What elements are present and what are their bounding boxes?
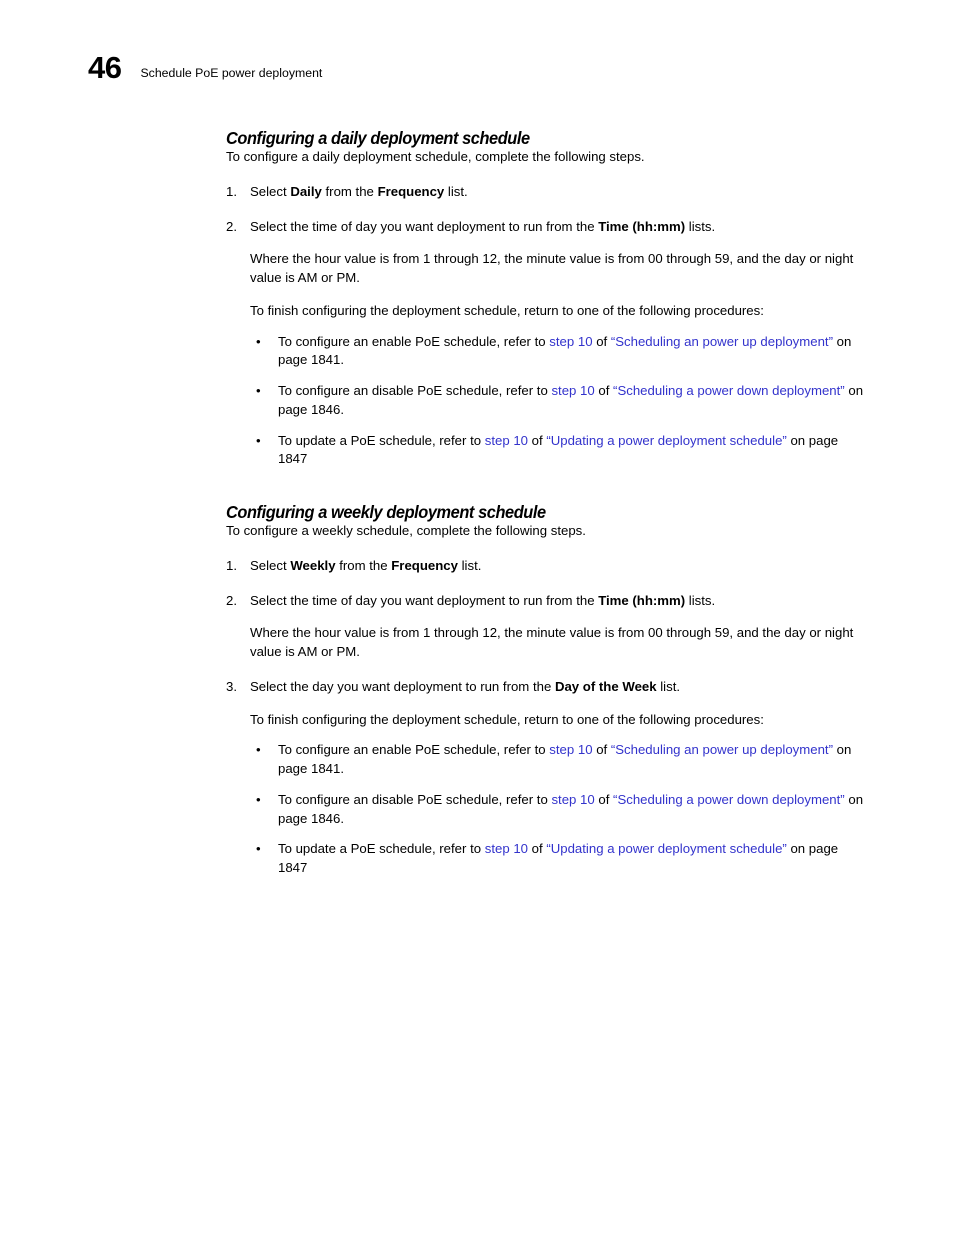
bullet-icon: • [256,841,261,857]
step-item: 1. Select Weekly from the Frequency list… [226,557,867,576]
list-item-text: To configure an enable PoE schedule, ref… [278,334,851,368]
list-item-text-pre: To configure an enable PoE schedule, ref… [278,333,550,349]
list-item-text-pre: To configure an enable PoE schedule, ref… [278,742,550,758]
list-item-text-mid: of [594,383,614,399]
link-step-reference[interactable]: step 10 [549,334,592,349]
section-intro-daily: To configure a daily deployment schedule… [226,149,645,165]
bullet-icon: • [256,742,261,758]
step-text-post: lists. [685,218,716,234]
steps-list-daily: 1. Select Daily from the Frequency list.… [226,183,867,236]
page-header: 46 Schedule PoE power deployment [88,52,322,83]
list-item-text-mid: of [594,791,614,807]
list-item-text-mid: of [528,432,547,448]
step-text-post: list. [656,678,681,694]
step-text-mid: from the [335,557,392,573]
link-section-title[interactable]: “Scheduling an power up deployment” [611,742,833,757]
step-item: 2. Select the time of day you want deplo… [226,218,867,237]
cross-reference-list-weekly: • To configure an enable PoE schedule, r… [226,741,867,877]
sub-paragraph-time-values: Where the hour value is from 1 through 1… [250,625,854,660]
step-text-post: list. [457,557,482,573]
step-text-pre: Select the day you want deployment to ru… [250,678,555,694]
step-text: Select the time of day you want deployme… [250,219,715,234]
step-text-pre: Select [250,183,291,199]
page-number: 46 [88,50,122,85]
step-number: 3. [226,678,237,694]
list-item-text-mid: of [592,333,611,349]
sub-paragraph-finish: To finish configuring the deployment sch… [250,711,764,727]
page-content: Configuring a daily deployment schedule … [226,128,867,878]
list-item-text-mid: of [592,742,611,758]
step-item: 1. Select Daily from the Frequency list. [226,183,867,202]
steps-list-weekly: 1. Select Weekly from the Frequency list… [226,557,867,610]
step-text: Select the day you want deployment to ru… [250,679,680,694]
link-step-reference[interactable]: step 10 [485,841,528,856]
link-step-reference[interactable]: step 10 [549,742,592,757]
link-section-title[interactable]: “Scheduling an power up deployment” [611,334,833,349]
bullet-icon: • [256,432,261,448]
list-item: • To update a PoE schedule, refer to ste… [226,840,867,877]
step-item: 2. Select the time of day you want deplo… [226,592,867,611]
list-item: • To configure an disable PoE schedule, … [226,382,867,419]
link-step-reference[interactable]: step 10 [551,792,594,807]
bullet-icon: • [256,333,261,349]
list-item-text: To configure an disable PoE schedule, re… [278,383,863,417]
step-bold-term: Time (hh:mm) [598,592,686,608]
section-weekly: Configuring a weekly deployment schedule… [226,502,867,878]
step-bold-term: Time (hh:mm) [598,218,686,234]
link-section-title[interactable]: “Updating a power deployment schedule” [546,841,786,856]
link-step-reference[interactable]: step 10 [551,383,594,398]
step-number: 2. [226,592,237,608]
step-text: Select Daily from the Frequency list. [250,184,468,199]
list-item-text: To update a PoE schedule, refer to step … [278,433,838,467]
step-text: Select Weekly from the Frequency list. [250,558,481,573]
step-bold-term: Daily [290,183,322,199]
list-item-text: To configure an disable PoE schedule, re… [278,792,863,826]
list-item-text-pre: To update a PoE schedule, refer to [278,432,485,448]
step-item: 3. Select the day you want deployment to… [226,678,867,697]
bullet-icon: • [256,791,261,807]
link-section-title[interactable]: “Scheduling a power down deployment” [613,383,845,398]
link-section-title[interactable]: “Updating a power deployment schedule” [546,433,786,448]
section-heading-daily: Configuring a daily deployment schedule [226,128,530,148]
list-item: • To update a PoE schedule, refer to ste… [226,432,867,469]
step-text-pre: Select the time of day you want deployme… [250,592,599,608]
list-item-text-mid: of [528,841,547,857]
step-number: 1. [226,183,237,199]
cross-reference-list-daily: • To configure an enable PoE schedule, r… [226,333,867,469]
document-page: 46 Schedule PoE power deployment Configu… [0,0,954,1235]
step-text-post: list. [444,183,468,199]
list-item-text-pre: To configure an disable PoE schedule, re… [278,791,552,807]
list-item-text: To update a PoE schedule, refer to step … [278,841,838,875]
list-item-text-pre: To update a PoE schedule, refer to [278,841,485,857]
list-item-text-pre: To configure an disable PoE schedule, re… [278,383,552,399]
link-section-title[interactable]: “Scheduling a power down deployment” [613,792,845,807]
link-step-reference[interactable]: step 10 [485,433,528,448]
sub-paragraph-finish: To finish configuring the deployment sch… [250,302,764,318]
bullet-icon: • [256,383,261,399]
section-daily: Configuring a daily deployment schedule … [226,128,867,469]
step-number: 1. [226,557,237,573]
step-bold-term: Weekly [290,557,336,573]
step-text-pre: Select the time of day you want deployme… [250,218,599,234]
section-intro-weekly: To configure a weekly schedule, complete… [226,523,586,539]
step-text-mid: from the [321,183,378,199]
list-item: • To configure an disable PoE schedule, … [226,791,867,828]
running-header-title: Schedule PoE power deployment [140,66,323,80]
step-bold-term: Frequency [391,557,458,573]
section-heading-weekly: Configuring a weekly deployment schedule [226,502,546,523]
step-text-post: lists. [685,592,716,608]
list-item: • To configure an enable PoE schedule, r… [226,333,867,370]
step-number: 2. [226,218,237,234]
list-item-text: To configure an enable PoE schedule, ref… [278,742,851,776]
steps-list-weekly-cont: 3. Select the day you want deployment to… [226,678,867,697]
list-item: • To configure an enable PoE schedule, r… [226,741,867,778]
sub-paragraph-time-values: Where the hour value is from 1 through 1… [250,251,854,286]
step-bold-term: Frequency [377,183,445,199]
step-bold-term: Day of the Week [554,678,657,694]
step-text-pre: Select [250,557,291,573]
step-text: Select the time of day you want deployme… [250,593,715,608]
